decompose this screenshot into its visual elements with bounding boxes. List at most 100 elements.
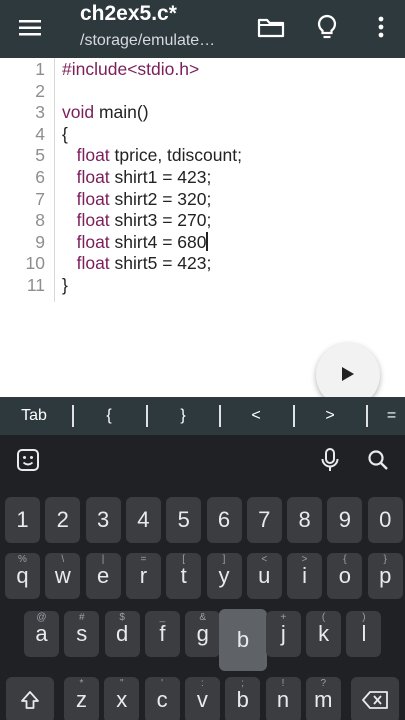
code-line[interactable]: 2	[0, 80, 405, 102]
separator	[293, 405, 295, 427]
key-n[interactable]: ! n	[265, 677, 301, 720]
key-p[interactable]: } p	[367, 553, 403, 599]
shift-key[interactable]	[6, 677, 54, 720]
code-text: #include<stdio.h>	[62, 58, 199, 80]
key-label: m	[314, 687, 333, 712]
key-3[interactable]: 3	[85, 497, 121, 543]
code-line[interactable]: 8 float shirt3 = 270;	[0, 209, 405, 231]
key-8[interactable]: 8	[287, 497, 323, 543]
code-line[interactable]: 6 float shirt1 = 423;	[0, 166, 405, 188]
key-x[interactable]: " x	[104, 677, 140, 720]
search-icon[interactable]	[366, 448, 390, 472]
key-hint: [	[182, 554, 186, 565]
key-label: j	[280, 621, 286, 646]
code-token: shirt4 = 680	[109, 231, 207, 252]
code-line[interactable]: 1 #include<stdio.h>	[0, 58, 405, 80]
key-j[interactable]: + j	[265, 611, 301, 657]
key-5[interactable]: 5	[166, 497, 202, 543]
key-label: u	[258, 563, 271, 588]
code-line[interactable]: 4{	[0, 123, 405, 145]
key-label: 4	[137, 507, 150, 532]
code-line[interactable]: 9 float shirt4 = 680	[0, 231, 405, 253]
key-s[interactable]: # s	[64, 611, 100, 657]
symbol-tab-key[interactable]: Tab	[8, 397, 60, 435]
key-hint: #	[79, 612, 85, 623]
key-v[interactable]: :v	[184, 677, 220, 720]
key-b[interactable]: ; b	[225, 677, 261, 720]
menu-icon[interactable]	[16, 14, 44, 42]
key-i[interactable]: > i	[287, 553, 323, 599]
key-6[interactable]: 6	[206, 497, 242, 543]
key-label: v	[196, 687, 208, 712]
key-hint: +	[280, 612, 287, 623]
symbol-less-than-key[interactable]: <	[229, 397, 283, 435]
key-f[interactable]: _ f	[144, 611, 180, 657]
key-label: f	[159, 621, 166, 646]
code-token: shirt1 = 423;	[109, 167, 212, 187]
key-k[interactable]: (k	[306, 611, 342, 657]
key-hint: ?	[320, 678, 327, 689]
code-line[interactable]: 5 float tprice, tdiscount;	[0, 144, 405, 166]
key-label: 0	[379, 507, 392, 532]
key-label: 2	[56, 507, 69, 532]
microphone-icon[interactable]	[318, 447, 342, 473]
key-u[interactable]: < u	[246, 553, 282, 599]
key-c[interactable]: ' c	[144, 677, 180, 720]
app-toolbar: ch2ex5.c* /storage/emulate…	[0, 0, 405, 58]
symbol-greater-than-key[interactable]: >	[303, 397, 357, 435]
key-label: b	[236, 687, 249, 712]
key-hint: _	[159, 612, 166, 623]
key-1[interactable]: 1	[5, 497, 40, 543]
code-line[interactable]: 3 void main()	[0, 101, 405, 123]
key-hint: :	[201, 678, 204, 689]
symbol-equals-key[interactable]: =	[378, 397, 405, 435]
code-line[interactable]: 7 float shirt2 = 320;	[0, 188, 405, 210]
key-0[interactable]: 0	[367, 497, 403, 543]
key-a[interactable]: @ a	[24, 611, 59, 657]
lightbulb-icon[interactable]	[312, 12, 342, 42]
key-hint: &	[199, 612, 207, 623]
shift-icon	[21, 691, 39, 709]
keyboard-suggestion-bar	[0, 435, 405, 485]
key-label: q	[16, 563, 29, 588]
key-hint: }	[383, 554, 387, 565]
key-l[interactable]: ) l	[346, 611, 382, 657]
code-line[interactable]: 11}	[0, 274, 405, 296]
symbol-open-brace-key[interactable]: {	[82, 397, 136, 435]
code-line[interactable]: 10 float shirt5 = 423;	[0, 252, 405, 274]
key-z[interactable]: * z	[64, 677, 99, 720]
code-token: }	[62, 275, 68, 295]
folder-icon[interactable]	[256, 12, 286, 42]
key-o[interactable]: {o	[327, 553, 363, 599]
key-q[interactable]: % q	[5, 553, 40, 599]
key-r[interactable]: = r	[125, 553, 161, 599]
key-b[interactable]: b	[219, 609, 267, 671]
emoji-icon[interactable]	[16, 448, 40, 472]
symbol-close-brace-key[interactable]: }	[156, 397, 210, 435]
key-d[interactable]: $ d	[104, 611, 140, 657]
key-y[interactable]: ] y	[206, 553, 242, 599]
key-g[interactable]: & g	[185, 611, 221, 657]
separator	[219, 405, 221, 427]
key-e[interactable]: | e	[85, 553, 121, 599]
key-4[interactable]: 4	[125, 497, 161, 543]
key-t[interactable]: [t	[166, 553, 202, 599]
key-m[interactable]: ? m	[305, 677, 341, 720]
keyword-token: float	[76, 167, 110, 187]
key-9[interactable]: 9	[327, 497, 363, 543]
key-label: 1	[16, 507, 29, 532]
key-label: s	[76, 621, 88, 646]
backspace-key[interactable]	[351, 677, 399, 720]
keyword-token: float	[76, 145, 110, 166]
key-label: p	[379, 563, 392, 588]
code-token: main()	[94, 102, 149, 123]
backspace-icon	[362, 691, 388, 709]
key-2[interactable]: 2	[45, 497, 81, 543]
key-7[interactable]: 7	[246, 497, 282, 543]
line-number: 5	[35, 145, 45, 166]
key-w[interactable]: \ w	[45, 553, 81, 599]
more-vert-icon[interactable]	[366, 12, 396, 42]
